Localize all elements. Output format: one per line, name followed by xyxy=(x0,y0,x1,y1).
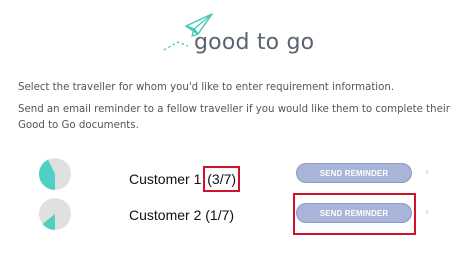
highlight-frame xyxy=(293,193,416,235)
brand-logo: good to go xyxy=(162,12,315,58)
progress-pie-chart xyxy=(39,198,71,230)
chevron-right-icon[interactable]: › xyxy=(425,205,429,218)
traveller-name: Customer 1 xyxy=(129,171,202,187)
traveller-label[interactable]: Customer 2 (1/7) xyxy=(129,207,234,223)
traveller-row-1[interactable]: Customer 1 (3/7) SEND REMINDER › xyxy=(0,157,473,197)
progress-pie-chart xyxy=(39,158,71,190)
instruction-select: Select the traveller for whom you'd like… xyxy=(18,82,395,93)
send-reminder-button[interactable]: SEND REMINDER xyxy=(296,163,412,183)
logo-text: good to go xyxy=(194,30,315,55)
traveller-label[interactable]: Customer 1 (3/7) xyxy=(129,166,241,192)
chevron-right-icon[interactable]: › xyxy=(425,165,429,178)
progress-count: (1/7) xyxy=(205,207,235,223)
instruction-reminder: Send an email reminder to a fellow trave… xyxy=(18,104,450,131)
traveller-name: Customer 2 xyxy=(129,207,202,223)
progress-count: (3/7) xyxy=(203,166,241,192)
